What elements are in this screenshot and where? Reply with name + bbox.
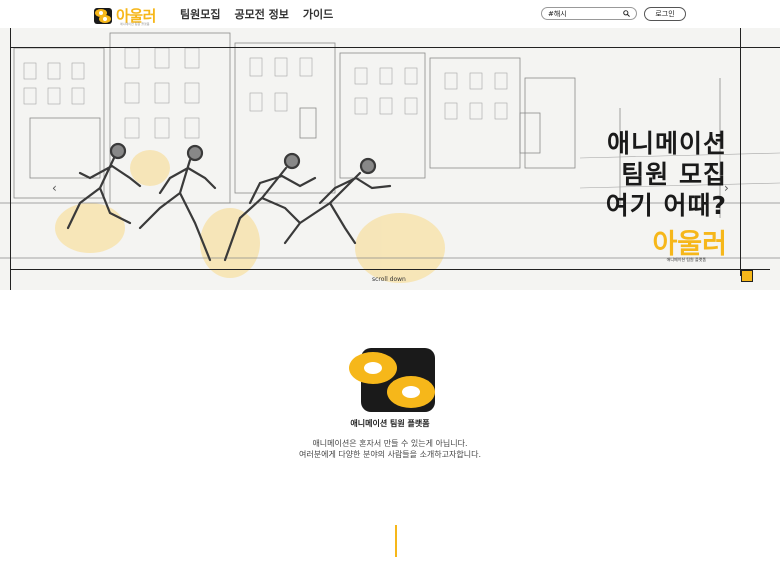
login-button[interactable]: 로그인 [644,7,686,21]
search-icon[interactable] [623,10,630,17]
hero-frame-left [10,28,11,290]
nav-item-contest[interactable]: 공모전 정보 [234,6,288,22]
headline-line-3: 여기 어때? [605,191,727,220]
decor-square [741,270,753,282]
intro-desc-line-2: 여러분에게 다양한 분야의 사람들을 소개하고자합니다. [299,450,481,459]
scroll-indicator-line [395,525,397,557]
chevron-left-icon[interactable]: ‹ [52,181,57,195]
search-box[interactable] [541,7,637,20]
hero-frame-top [10,47,780,48]
headline-line-1: 애니메이션 [606,129,727,158]
intro-title: 애니메이션 팀원 플랫폼 [350,419,430,428]
scroll-down-label[interactable]: scroll down [372,276,406,283]
hero-frame-right [740,28,741,276]
headline-line-2: 팀원 모집 [621,160,727,189]
logo-subtitle: 애니메이션 팀원 플랫폼 [120,22,150,26]
hero-frame-bottom [10,269,770,270]
nav-item-guide[interactable]: 가이드 [303,6,333,22]
logo[interactable]: 아울러 애니메이션 팀원 플랫폼 [93,5,156,26]
main-nav: 팀원모집 공모전 정보 가이드 [180,6,333,22]
top-nav-bar: 아울러 애니메이션 팀원 플랫폼 팀원모집 공모전 정보 가이드 로그인 [0,0,780,28]
hero-brand: 아울러 [652,229,727,260]
nav-item-recruit[interactable]: 팀원모집 [180,6,220,22]
hero-headline: 애니메이션 팀원 모집 여기 어때? [606,128,727,221]
intro-desc-line-1: 애니메이션은 혼자서 만들 수 있는게 아닙니다. [312,439,468,448]
search-input[interactable] [548,9,618,18]
intro-description: 애니메이션은 혼자서 만들 수 있는게 아닙니다. 여러분에게 다양한 분야의 … [0,438,780,460]
logo-mark-large-icon [349,348,435,412]
logo-mark-icon [94,7,112,24]
hero-tagline: 애니메이션 팀원 플랫폼 [666,257,706,262]
